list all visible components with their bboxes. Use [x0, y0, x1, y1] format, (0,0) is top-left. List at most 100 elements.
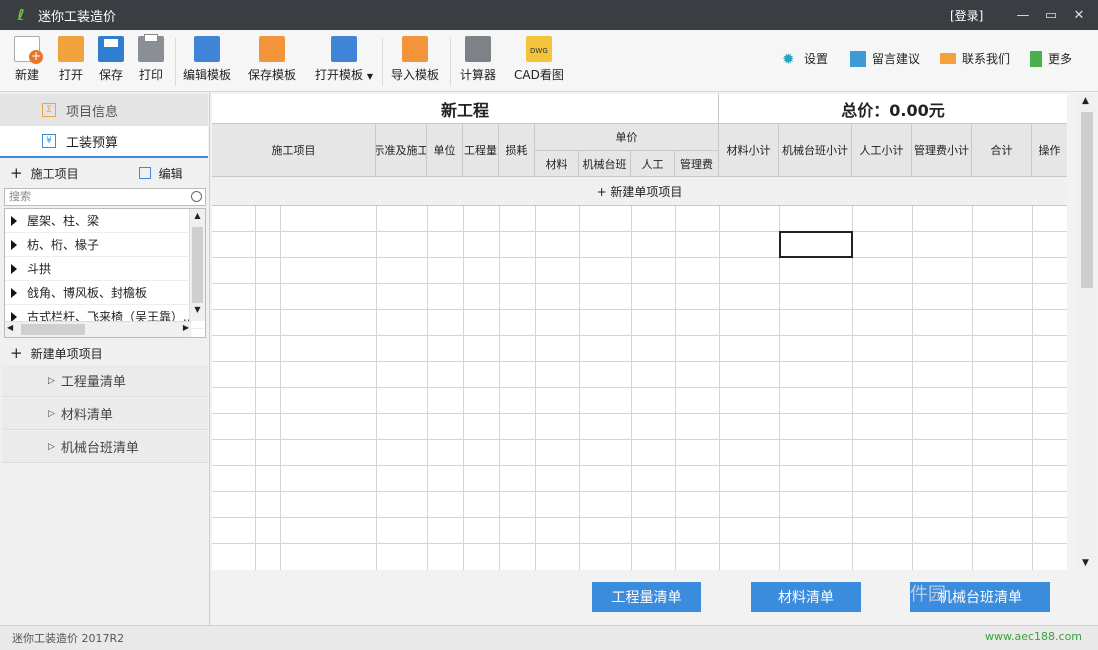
- col-material: 材料: [535, 151, 579, 177]
- construction-items-header: + 施工项目 编辑: [0, 162, 208, 184]
- edit-button[interactable]: 编辑: [159, 165, 183, 182]
- toolbar-separator: [175, 38, 176, 86]
- tree-item[interactable]: 屋架、柱、梁: [5, 209, 205, 233]
- login-link[interactable]: [登录]: [950, 7, 983, 24]
- col-mgmt: 管理费: [675, 151, 719, 177]
- quantity-list-link[interactable]: ▷ 工程量清单: [2, 365, 208, 397]
- col-unit-price: 单价: [535, 124, 719, 151]
- version-label: 迷你工装造价 2017R2: [12, 632, 125, 645]
- col-labor: 人工: [631, 151, 675, 177]
- scroll-up-icon: ▲: [1082, 96, 1089, 106]
- triangle-right-icon: ▷: [48, 375, 55, 386]
- gear-icon: ✹: [782, 49, 795, 68]
- tree-item[interactable]: 斗拱: [5, 257, 205, 281]
- printer-icon: [138, 34, 164, 62]
- tab-project-info[interactable]: Σ 项目信息: [0, 94, 208, 126]
- col-material-sub: 材料小计: [719, 124, 779, 177]
- more-button[interactable]: 更多: [1030, 50, 1072, 67]
- tree-vertical-scrollbar[interactable]: ▲ ▼: [189, 209, 205, 321]
- col-total: 合计: [972, 124, 1032, 177]
- col-op: 操作: [1032, 124, 1067, 177]
- note-icon: [850, 50, 866, 67]
- edit-template-icon: [194, 36, 220, 62]
- col-mgmt-sub: 管理费小计: [912, 124, 972, 177]
- app-title: 迷你工装造价: [38, 9, 117, 25]
- calculator-icon: [465, 36, 491, 62]
- toolbar: + 新建 打开 保存 打印 编辑模板 保存模板 打开模板 ▼ 导入模板 计算器 …: [0, 30, 1098, 92]
- new-single-item-button[interactable]: + 新建单项项目: [0, 342, 208, 364]
- app-logo-icon: ℓ: [17, 6, 25, 24]
- quantity-list-button[interactable]: 工程量清单: [592, 582, 701, 612]
- tree-horizontal-scrollbar[interactable]: ◀ ▶: [5, 321, 191, 337]
- new-button[interactable]: + 新建: [14, 36, 43, 83]
- add-icon[interactable]: +: [10, 164, 23, 182]
- search-icon[interactable]: [191, 191, 202, 202]
- import-template-button[interactable]: 导入模板: [391, 36, 439, 83]
- calculator-button[interactable]: 计算器: [460, 36, 496, 83]
- col-qty: 工程量: [463, 124, 499, 177]
- more-icon: [1030, 50, 1042, 67]
- open-template-icon: [331, 36, 357, 62]
- tab-budget[interactable]: ¥ 工装预算: [0, 126, 208, 158]
- title-bar: ℓ 迷你工装造价 [登录] — ▭ ✕: [0, 0, 1098, 30]
- expand-arrow-icon[interactable]: [11, 311, 17, 322]
- selected-cell[interactable]: [779, 231, 853, 258]
- save-button[interactable]: 保存: [98, 36, 124, 83]
- scroll-thumb[interactable]: [1081, 112, 1093, 288]
- main-area: 新工程 总价：0.00元 施工项目 示准及施工 单位 工程量 损耗 单价 材料 …: [211, 92, 1098, 625]
- watermark: 件园: [910, 584, 946, 605]
- sheet-grid[interactable]: [212, 206, 1067, 570]
- watermark-url: www.aec188.com: [985, 630, 1083, 643]
- expand-arrow-icon[interactable]: [11, 215, 17, 226]
- new-single-item-row[interactable]: + 新建单项项目: [212, 177, 1067, 206]
- folder-icon: [58, 36, 84, 62]
- budget-sheet: 新工程 总价：0.00元 施工项目 示准及施工 单位 工程量 损耗 单价 材料 …: [212, 94, 1067, 570]
- print-button[interactable]: 打印: [138, 34, 164, 83]
- status-bar: 迷你工装造价 2017R2: [0, 625, 1098, 650]
- close-button[interactable]: ✕: [1064, 0, 1094, 30]
- tree-item[interactable]: 戗角、博风板、封檐板: [5, 281, 205, 305]
- col-unit: 单位: [427, 124, 463, 177]
- open-button[interactable]: 打开: [58, 36, 84, 83]
- col-std: 示准及施工: [376, 124, 427, 177]
- open-template-button[interactable]: 打开模板 ▼: [315, 36, 373, 83]
- import-template-icon: [402, 36, 428, 62]
- minimize-button[interactable]: —: [1008, 0, 1038, 30]
- triangle-right-icon: ▷: [48, 408, 55, 419]
- triangle-right-icon: ▷: [48, 441, 55, 452]
- construction-items-label: 施工项目: [30, 166, 79, 181]
- tree-item[interactable]: 枋、桁、椽子: [5, 233, 205, 257]
- contact-button[interactable]: 联系我们: [940, 50, 1010, 67]
- floppy-icon: [98, 36, 124, 62]
- mail-icon: [940, 53, 956, 64]
- expand-arrow-icon[interactable]: [11, 239, 17, 250]
- settings-button[interactable]: ✹ 设置: [782, 50, 828, 67]
- search-input[interactable]: 搜索: [4, 188, 206, 206]
- col-labor-sub: 人工小计: [852, 124, 912, 177]
- cad-viewer-button[interactable]: DWG CAD看图: [514, 36, 564, 83]
- scroll-down-icon: ▼: [1082, 558, 1089, 568]
- dwg-icon: DWG: [525, 36, 552, 62]
- col-loss: 损耗: [499, 124, 535, 177]
- toolbar-separator: [382, 38, 383, 86]
- edit-template-button[interactable]: 编辑模板: [183, 36, 231, 83]
- save-template-button[interactable]: 保存模板: [248, 36, 296, 83]
- feedback-button[interactable]: 留言建议: [850, 50, 920, 67]
- yuan-icon: ¥: [42, 134, 56, 148]
- col-machine: 机械台班: [579, 151, 631, 177]
- expand-arrow-icon[interactable]: [11, 263, 17, 274]
- expand-arrow-icon[interactable]: [11, 287, 17, 298]
- machine-list-link[interactable]: ▷ 机械台班清单: [2, 431, 208, 463]
- toolbar-separator: [450, 38, 451, 86]
- material-list-button[interactable]: 材料清单: [751, 582, 861, 612]
- sigma-icon: Σ: [42, 103, 56, 117]
- left-panel: Σ 项目信息 ¥ 工装预算 + 施工项目 编辑 搜索 屋架、柱、梁 枋、桁、椽子…: [0, 92, 210, 625]
- save-template-icon: [259, 36, 285, 62]
- edit-icon[interactable]: [138, 167, 151, 179]
- sheet-vertical-scrollbar[interactable]: ▲ ▼: [1078, 94, 1096, 570]
- new-file-icon: +: [14, 36, 43, 64]
- dropdown-arrow-icon: ▼: [366, 72, 373, 81]
- col-machine-sub: 机械台班小计: [779, 124, 852, 177]
- material-list-link[interactable]: ▷ 材料清单: [2, 398, 208, 430]
- maximize-button[interactable]: ▭: [1036, 0, 1066, 30]
